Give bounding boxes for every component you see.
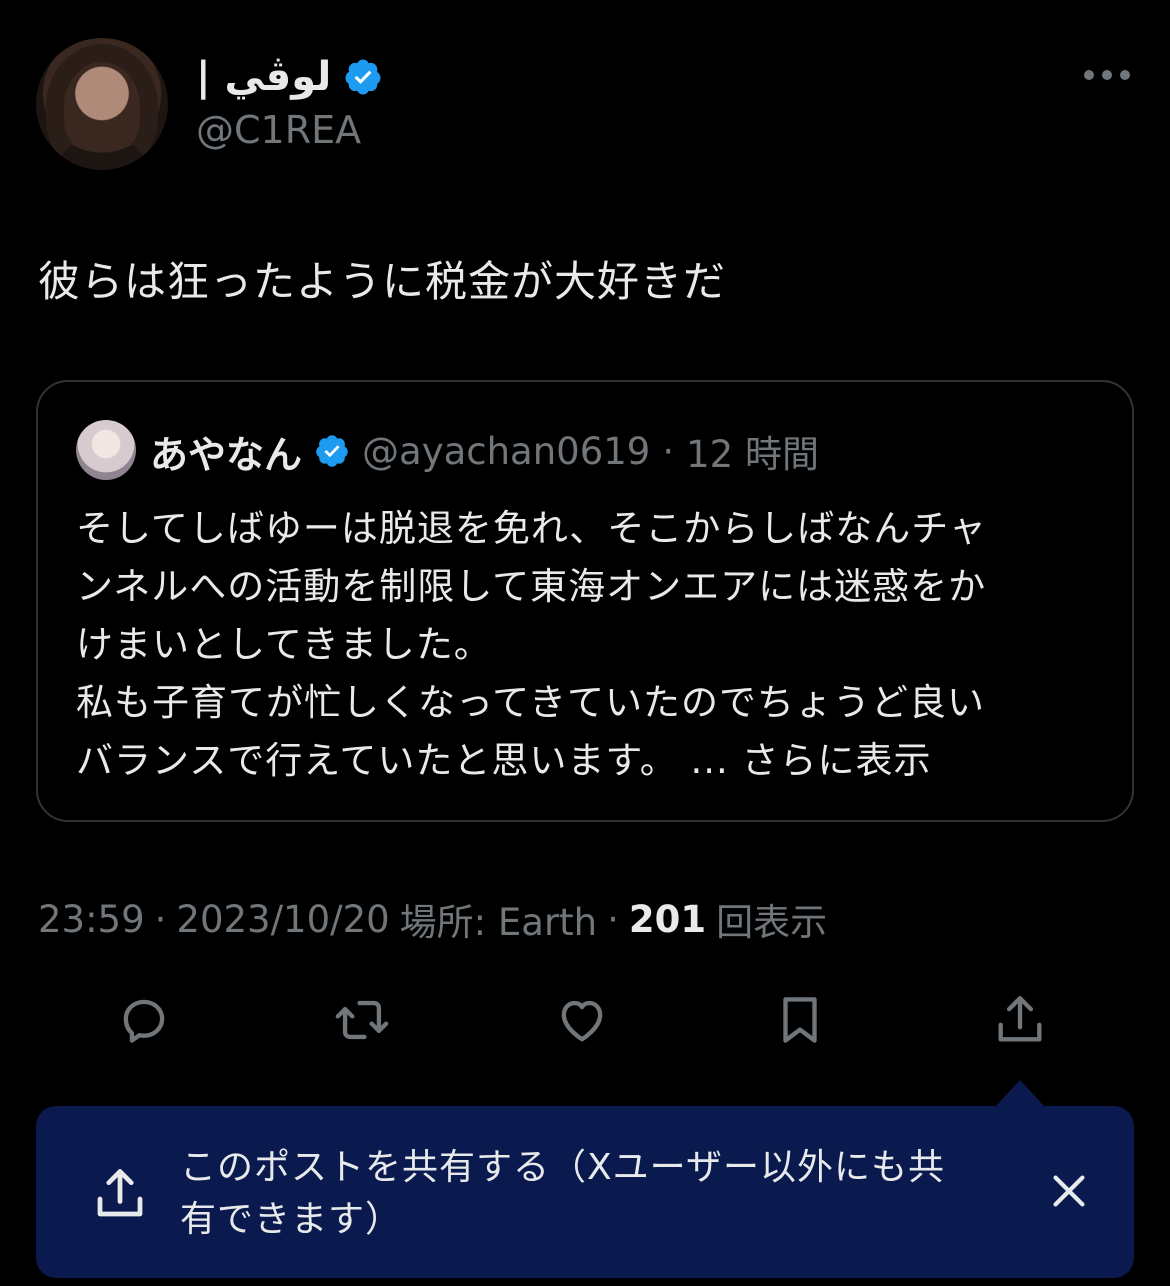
- more-dot: [1084, 70, 1094, 80]
- author-name-row[interactable]: لوڤي |: [196, 52, 383, 102]
- post-location[interactable]: 場所: Earth: [400, 892, 597, 946]
- verified-badge-icon: [345, 59, 381, 95]
- author-handle[interactable]: @C1REA: [196, 108, 361, 152]
- quote-line: けまいとしてきました。: [76, 623, 492, 666]
- share-button[interactable]: [990, 990, 1050, 1050]
- quoted-post-card[interactable]: あやなん @ayachan0619 · 12 時間 そしてしばゆーは脱退を免れ、…: [36, 380, 1134, 822]
- share-icon: [97, 1169, 143, 1217]
- share-prompt-line: このポストを共有する（Xユーザー以外にも共: [180, 1147, 945, 1188]
- like-icon: [561, 1000, 603, 1042]
- quote-author-avatar: [76, 420, 136, 480]
- close-icon[interactable]: [1046, 1168, 1092, 1214]
- share-prompt-pointer: [994, 1080, 1046, 1108]
- reply-button[interactable]: [114, 990, 174, 1050]
- post-text: 彼らは狂ったように税金が大好きだ: [38, 257, 727, 306]
- repost-icon: [335, 1000, 389, 1040]
- more-options-icon[interactable]: [1084, 60, 1130, 90]
- quote-line: ンネルへの活動を制限して東海オンエアには迷惑をか: [76, 565, 987, 608]
- quote-line-last: バランスで行えていたと思います。 ... さらに表示: [76, 732, 1106, 790]
- share-prompt-text: このポストを共有する（Xユーザー以外にも共 有できます）: [180, 1142, 1040, 1246]
- show-more-link[interactable]: さらに表示: [742, 739, 932, 782]
- view-count-label: 回表示: [716, 901, 828, 944]
- avatar-hair: [46, 44, 158, 170]
- like-button[interactable]: [552, 990, 612, 1050]
- quote-timestamp: 12 時間: [686, 433, 819, 476]
- quote-author-handle: @ayachan0619: [362, 429, 651, 473]
- share-icon: [998, 996, 1042, 1042]
- quote-author-name: あやなん: [150, 432, 303, 477]
- more-dot: [1120, 70, 1130, 80]
- post-meta: 23:59 · 2023/10/20 場所: Earth · 201 回表示: [38, 892, 828, 946]
- quote-ellipsis: ...: [690, 739, 729, 782]
- share-prompt-line: 有できます）: [180, 1199, 403, 1240]
- repost-button[interactable]: [332, 990, 392, 1050]
- quote-line: 私も子育てが忙しくなってきていたのでちょうど良い: [76, 681, 986, 724]
- reply-icon: [123, 999, 165, 1043]
- tweet-detail-view: لوڤي | @C1REA 彼らは狂ったように税金が大好きだ あやなん @aya…: [0, 0, 1170, 1286]
- quote-line-text: バランスで行えていたと思います。: [76, 739, 678, 782]
- more-dot: [1102, 70, 1112, 80]
- meta-separator: ·: [154, 897, 167, 941]
- post-date: 2023/10/20: [176, 897, 390, 941]
- quote-body: そしてしばゆーは脱退を免れ、そこからしばなんチャ ンネルへの活動を制限して東海オ…: [76, 500, 1106, 790]
- meta-separator: ·: [607, 897, 619, 941]
- share-prompt-banner[interactable]: このポストを共有する（Xユーザー以外にも共 有できます）: [36, 1106, 1134, 1278]
- quote-line: そしてしばゆーは脱退を免れ、そこからしばなんチャ: [76, 507, 987, 550]
- quote-header: あやなん @ayachan0619 · 12 時間: [150, 426, 819, 477]
- post-time: 23:59: [38, 897, 145, 941]
- quote-separator: ·: [662, 429, 675, 473]
- author-avatar[interactable]: [36, 38, 168, 170]
- verified-badge-icon: [316, 435, 348, 467]
- view-count: 201: [628, 897, 707, 941]
- bookmark-button[interactable]: [770, 990, 830, 1050]
- bookmark-icon: [783, 997, 817, 1043]
- author-display-name[interactable]: لوڤي |: [196, 54, 331, 100]
